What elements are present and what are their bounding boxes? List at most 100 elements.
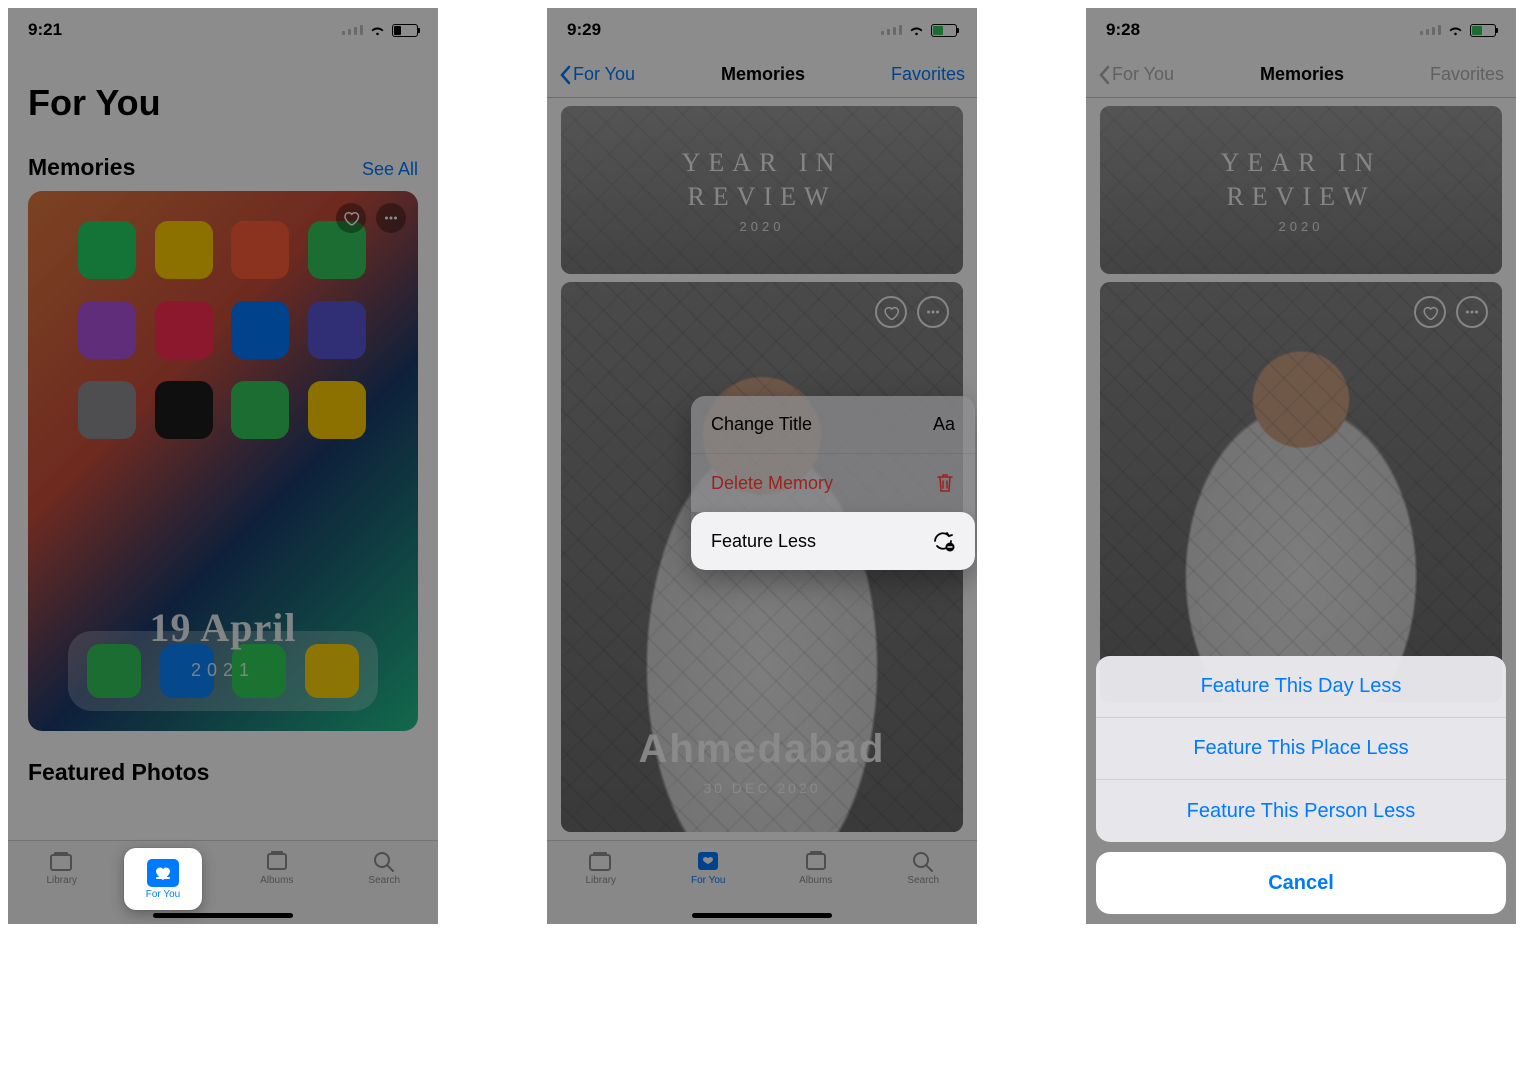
memory-card[interactable]: 19 April 2021 xyxy=(28,191,418,731)
ellipsis-icon xyxy=(1463,303,1481,321)
menu-change-title[interactable]: Change Title Aa xyxy=(691,396,975,454)
memory-person-card xyxy=(1100,282,1502,702)
memory-title-date: 19 April xyxy=(28,604,418,651)
more-options-button xyxy=(1456,296,1488,328)
tab-bar: Library For You Albums Search xyxy=(547,840,977,924)
feature-person-less-button[interactable]: Feature This Person Less xyxy=(1096,780,1506,842)
nav-back-button: For You xyxy=(1098,64,1174,85)
more-options-button[interactable] xyxy=(376,203,406,233)
tab-for-you-label: For You xyxy=(691,875,725,886)
featured-photos-header: Featured Photos xyxy=(8,731,438,796)
memory-date-label: 30 DEC 2020 xyxy=(561,780,963,796)
memory-subtitle-year: 2021 xyxy=(28,660,418,681)
home-indicator[interactable] xyxy=(692,913,832,918)
library-icon xyxy=(48,849,76,873)
status-indicators xyxy=(881,24,957,37)
banner-line1: YEAR IN xyxy=(1221,146,1382,180)
screen-memories-context-menu: 9:29 For You Memories Favorites YEAR IN … xyxy=(547,8,977,924)
tab-library-label: Library xyxy=(46,875,77,886)
tab-library[interactable]: Library xyxy=(27,849,97,886)
tab-albums-label: Albums xyxy=(799,875,832,886)
tab-albums[interactable]: Albums xyxy=(242,849,312,886)
for-you-highlight-label: For You xyxy=(146,889,180,900)
feature-less-action-sheet: Feature This Day Less Feature This Place… xyxy=(1096,656,1506,914)
see-all-link[interactable]: See All xyxy=(362,159,418,180)
nav-favorites-link: Favorites xyxy=(1430,64,1504,85)
for-you-tab-highlight[interactable]: For You xyxy=(124,848,202,910)
memory-thumbnail-content xyxy=(78,221,368,439)
memory-year-review-card[interactable]: YEAR IN REVIEW 2020 xyxy=(561,106,963,274)
nav-back-label: For You xyxy=(1112,64,1174,85)
feature-less-icon xyxy=(931,530,955,552)
heart-icon xyxy=(1421,304,1439,320)
home-indicator[interactable] xyxy=(153,913,293,918)
albums-icon xyxy=(802,849,830,873)
nav-back-button[interactable]: For You xyxy=(559,64,635,85)
status-indicators xyxy=(1420,24,1496,37)
banner-year: 2020 xyxy=(682,219,843,234)
status-time: 9:21 xyxy=(28,20,62,40)
status-bar: 9:21 xyxy=(8,8,438,52)
banner-line1: YEAR IN xyxy=(682,146,843,180)
nav-back-label: For You xyxy=(573,64,635,85)
text-format-icon: Aa xyxy=(933,414,955,435)
ellipsis-icon xyxy=(924,303,942,321)
battery-charging-icon xyxy=(931,24,957,37)
nav-bar: For You Memories Favorites xyxy=(1086,52,1516,98)
menu-delete-memory[interactable]: Delete Memory xyxy=(691,454,975,512)
tab-for-you[interactable]: For You xyxy=(673,849,743,886)
banner-line2: REVIEW xyxy=(1221,180,1382,214)
feature-day-less-button[interactable]: Feature This Day Less xyxy=(1096,656,1506,718)
screen-feature-less-action-sheet: 9:28 For You Memories Favorites YEAR IN … xyxy=(1086,8,1516,924)
ellipsis-icon xyxy=(382,209,400,227)
more-options-button[interactable] xyxy=(917,296,949,328)
wifi-icon xyxy=(369,24,386,37)
memory-year-review-card: YEAR IN REVIEW 2020 xyxy=(1100,106,1502,274)
cellular-icon xyxy=(342,25,363,35)
tab-search-label: Search xyxy=(368,875,400,886)
favorite-heart-button[interactable] xyxy=(336,203,366,233)
wifi-icon xyxy=(1447,24,1464,37)
status-bar: 9:29 xyxy=(547,8,977,52)
memories-carousel[interactable]: 19 April 2021 xyxy=(8,191,438,731)
cancel-button[interactable]: Cancel xyxy=(1096,852,1506,914)
for-you-icon xyxy=(694,849,722,873)
tab-bar: Library For You Albums Search xyxy=(8,840,438,924)
nav-bar: For You Memories Favorites xyxy=(547,52,977,98)
status-indicators xyxy=(342,24,418,37)
albums-icon xyxy=(263,849,291,873)
status-time: 9:29 xyxy=(567,20,601,40)
memory-place-label: Ahmedabad xyxy=(561,727,963,772)
tab-library[interactable]: Library xyxy=(566,849,636,886)
tab-library-label: Library xyxy=(585,875,616,886)
nav-title: Memories xyxy=(721,64,805,85)
favorite-heart-button[interactable] xyxy=(875,296,907,328)
nav-favorites-link[interactable]: Favorites xyxy=(891,64,965,85)
screen-for-you: 9:21 For You Memories See All xyxy=(8,8,438,924)
chevron-left-icon xyxy=(1098,65,1110,85)
menu-feature-less-label: Feature Less xyxy=(711,531,816,552)
banner-year: 2020 xyxy=(1221,219,1382,234)
status-time: 9:28 xyxy=(1106,20,1140,40)
for-you-icon xyxy=(147,859,179,887)
favorite-heart-button xyxy=(1414,296,1446,328)
search-icon xyxy=(909,849,937,873)
heart-icon xyxy=(342,209,360,227)
banner-line2: REVIEW xyxy=(682,180,843,214)
feature-place-less-button[interactable]: Feature This Place Less xyxy=(1096,718,1506,780)
memory-context-menu: Change Title Aa Delete Memory Feature Le… xyxy=(691,396,975,570)
tab-search-label: Search xyxy=(907,875,939,886)
memories-heading: Memories xyxy=(28,154,135,181)
tab-search[interactable]: Search xyxy=(349,849,419,886)
tab-albums[interactable]: Albums xyxy=(781,849,851,886)
memories-header-row: Memories See All xyxy=(8,134,438,191)
action-sheet-options: Feature This Day Less Feature This Place… xyxy=(1096,656,1506,842)
cellular-icon xyxy=(881,25,902,35)
search-icon xyxy=(370,849,398,873)
featured-photos-heading: Featured Photos xyxy=(28,759,209,786)
tab-search[interactable]: Search xyxy=(888,849,958,886)
battery-icon xyxy=(392,24,418,37)
nav-title: Memories xyxy=(1260,64,1344,85)
menu-feature-less[interactable]: Feature Less xyxy=(691,512,975,570)
battery-charging-icon xyxy=(1470,24,1496,37)
